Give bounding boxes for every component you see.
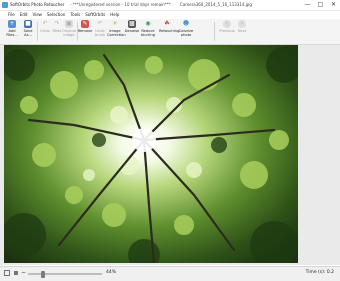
zoom-slider-thumb[interactable] [41,270,45,278]
add-files-label: Add Files... [6,29,18,37]
previous-icon: ‹ [223,20,231,28]
original-image-icon: ▣ [65,20,73,28]
image-correction-label: Image Correction [107,29,126,37]
colorize-photo-label: Colorize photo [178,29,194,37]
sun-icon: ☀ [112,20,118,27]
menu-view[interactable]: View [32,11,42,19]
save-as-label: Save As... [23,29,33,37]
denoise-button[interactable]: ▩ Denoise [124,20,140,33]
file-name: Camera360_2014_5_16_113314.jpg [180,2,252,7]
menu-tools[interactable]: Tools [70,11,80,19]
app-icon [2,2,8,8]
toolbar-separator [214,22,215,41]
zoom-slider[interactable] [28,270,102,278]
next-icon: › [238,20,246,28]
retouching-button[interactable]: ☘ Retouching [159,20,179,33]
fit-window-icon[interactable] [4,270,10,276]
undo-brush-icon: ↶ [97,20,103,27]
colorize-photo-button[interactable]: ☻ Colorize photo [178,20,194,37]
registration-note: - ***Unregistered version - 10 trial day… [70,2,171,7]
remove-button[interactable]: ✎ Remove [77,20,93,33]
processing-time: Time (s): 0.2 [305,270,334,275]
colorize-icon: ☻ [182,20,190,27]
next-button[interactable]: › Next [234,20,250,33]
undo-brush-label: Undo brush [94,29,106,37]
menu-file[interactable]: File [8,11,15,19]
tree-canopy-photo[interactable] [4,45,298,263]
menu-help[interactable]: Help [110,11,119,19]
undo-brush-button[interactable]: ↶ Undo brush [92,20,108,37]
window-controls: — □ ✕ [301,0,340,10]
menu-softorbits[interactable]: SoftOrbits [85,11,105,19]
status-bar: − 44% Time (s): 0.2 [0,266,340,281]
image-correction-button[interactable]: ☀ Image Correction [107,20,126,37]
remove-label: Remove [77,29,93,33]
retouching-label: Retouching [159,29,180,33]
previous-button[interactable]: ‹ Previous [219,20,235,33]
zoom-level: 44% [106,270,117,275]
actual-size-icon[interactable] [13,270,19,276]
retouch-icon: ☘ [164,20,170,27]
maximize-icon[interactable]: □ [314,0,327,10]
denoise-label: Denoise [124,29,140,33]
add-image-icon: + [8,20,16,28]
minimize-icon[interactable]: — [301,0,314,10]
save-as-button[interactable]: ■ Save As... [20,20,36,37]
eraser-icon: ✎ [81,20,89,28]
close-icon[interactable]: ✕ [327,0,340,10]
menu-edit[interactable]: Edit [20,11,28,19]
original-image-label: Original image [61,29,77,37]
zoom-out-icon[interactable]: − [21,270,27,276]
canvas-area[interactable] [0,45,340,265]
reduce-blurring-button[interactable]: ◉ Reduce blurring [140,20,156,37]
denoise-icon: ▩ [128,20,136,28]
reduce-blurring-label: Reduce blurring [140,29,155,37]
undo-icon: ↶ [42,20,48,27]
redo-icon: ↷ [54,20,60,27]
toolbar: + Add Files... ■ Save As... ↶ Undo ↷ Red… [0,19,340,45]
menu-selection[interactable]: Selection [47,11,65,19]
next-label: Next [237,29,247,33]
menu-bar: File Edit View Selection Tools SoftOrbit… [0,11,340,19]
save-icon: ■ [24,20,32,28]
reduce-blur-icon: ◉ [145,20,151,27]
previous-label: Previous [219,29,235,33]
title-bar: SoftOrbits Photo Retoucher - ***Unregist… [0,0,340,11]
add-files-button[interactable]: + Add Files... [4,20,20,37]
app-title: SoftOrbits Photo Retoucher [10,2,65,7]
original-image-button[interactable]: ▣ Original image [61,20,77,37]
